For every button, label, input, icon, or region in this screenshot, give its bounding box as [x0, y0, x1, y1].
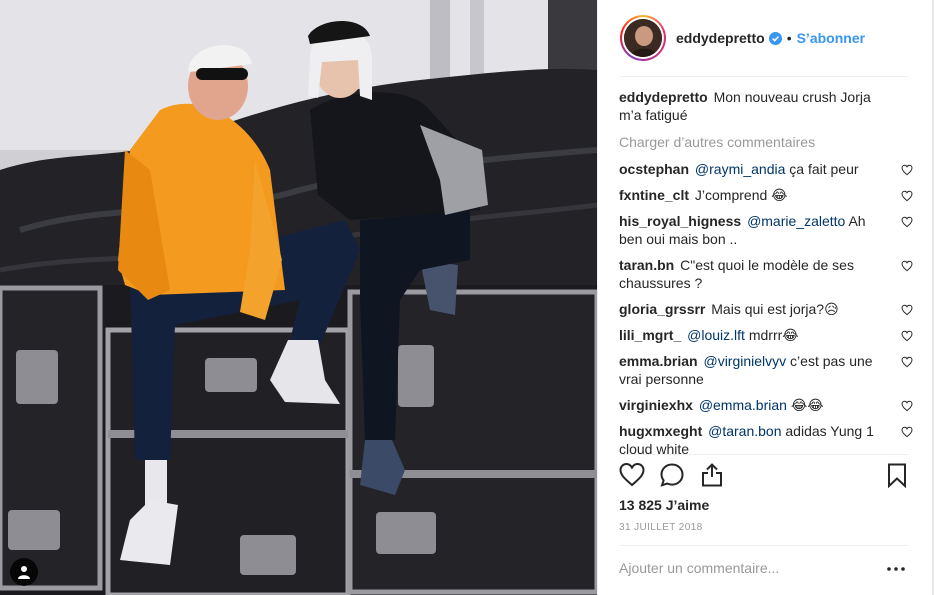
- comment-text: mdrrr😂: [744, 327, 799, 343]
- comment-username[interactable]: ocstephan: [619, 161, 689, 177]
- comment-mention-link[interactable]: @virginielvyv: [703, 353, 786, 369]
- comment-mention-link[interactable]: @taran.bon: [708, 423, 781, 439]
- comment-row: ocstephan @raymi_andia ça fait peur: [619, 160, 913, 178]
- comment-username[interactable]: emma.brian: [619, 353, 698, 369]
- comment-row: his_royal_higness @marie_zaletto Ah ben …: [619, 212, 913, 248]
- comment-like-heart-icon[interactable]: [901, 400, 913, 412]
- comment-mention-link[interactable]: @emma.brian: [699, 397, 787, 413]
- actions-divider: [619, 454, 909, 455]
- post-photo[interactable]: [0, 0, 597, 595]
- comment-username[interactable]: lili_mgrt_: [619, 327, 681, 343]
- user-tag-icon: [18, 566, 30, 579]
- more-dots-icon[interactable]: [886, 562, 906, 576]
- comment-username[interactable]: hugxmxeght: [619, 423, 702, 439]
- comment-row: fxntine_clt J’comprend 😂: [619, 186, 913, 204]
- comment-username[interactable]: virginiexhx: [619, 397, 693, 413]
- comment-username[interactable]: gloria_grssrr: [619, 301, 705, 317]
- comment-row: taran.bn C"est quoi le modèle de ses cha…: [619, 256, 913, 292]
- caption-username[interactable]: eddydepretto: [619, 89, 708, 105]
- add-comment-divider: [619, 545, 909, 546]
- avatar-story-ring[interactable]: [620, 15, 666, 61]
- bookmark-icon[interactable]: [884, 462, 910, 488]
- post-date: 31 JUILLET 2018: [619, 522, 703, 533]
- instagram-post: eddydepretto • S’abonner eddydepretto Mo…: [0, 0, 934, 595]
- heart-icon[interactable]: [619, 462, 645, 488]
- comment-text: ça fait peur: [785, 161, 859, 177]
- share-icon[interactable]: [699, 462, 725, 488]
- comment-rows: ocstephan @raymi_andia ça fait peur fxnti…: [619, 160, 913, 454]
- header-divider: [619, 76, 909, 77]
- verified-badge-icon: [768, 31, 782, 45]
- add-comment-input[interactable]: [619, 560, 839, 576]
- comment-username[interactable]: fxntine_clt: [619, 187, 689, 203]
- post-side-panel: eddydepretto • S’abonner eddydepretto Mo…: [597, 0, 934, 595]
- comment-like-heart-icon[interactable]: [901, 304, 913, 316]
- likes-count[interactable]: 13 825 J’aime: [619, 497, 709, 513]
- user-tag-button[interactable]: [10, 558, 38, 586]
- comment-row: hugxmxeght @taran.bon adidas Yung 1 clou…: [619, 422, 913, 454]
- comment-text: J’comprend 😂: [694, 187, 788, 203]
- post-header: eddydepretto • S’abonner: [598, 0, 910, 76]
- comment-like-heart-icon[interactable]: [901, 216, 913, 228]
- comment-like-heart-icon[interactable]: [901, 260, 913, 272]
- comment-row: virginiexhx @emma.brian 😂😂: [619, 396, 913, 414]
- comment-row: gloria_grssrr Mais qui est jorja?😥: [619, 300, 913, 318]
- header-username[interactable]: eddydepretto: [676, 30, 765, 46]
- header-separator: •: [786, 30, 792, 46]
- comment-username[interactable]: taran.bn: [619, 257, 674, 273]
- avatar: [624, 19, 662, 57]
- comments-list[interactable]: eddydepretto Mon nouveau crush Jorja m’a…: [619, 88, 913, 454]
- comment-row: emma.brian @virginielvyv c’est pas une v…: [619, 352, 913, 388]
- follow-button[interactable]: S’abonner: [797, 30, 865, 46]
- post-caption: eddydepretto Mon nouveau crush Jorja m’a…: [619, 88, 913, 124]
- comment-text: 😂😂: [786, 397, 824, 413]
- comment-mention-link[interactable]: @marie_zaletto: [747, 213, 845, 229]
- post-actions: [619, 462, 908, 490]
- comment-username[interactable]: his_royal_higness: [619, 213, 741, 229]
- comment-bubble-icon[interactable]: [659, 462, 685, 488]
- comment-mention-link[interactable]: @raymi_andia: [695, 161, 785, 177]
- comment-mention-link[interactable]: @louiz.lft: [687, 327, 745, 343]
- comment-like-heart-icon[interactable]: [901, 426, 913, 438]
- comment-like-heart-icon[interactable]: [901, 190, 913, 202]
- comment-like-heart-icon[interactable]: [901, 164, 913, 176]
- comment-like-heart-icon[interactable]: [901, 330, 913, 342]
- photo-illustration: [0, 0, 597, 595]
- comment-row: lili_mgrt_ @louiz.lft mdrrr😂: [619, 326, 913, 344]
- comment-like-heart-icon[interactable]: [901, 356, 913, 368]
- load-more-comments-link[interactable]: Charger d’autres commentaires: [619, 134, 913, 150]
- comment-text: Mais qui est jorja?😥: [711, 301, 839, 317]
